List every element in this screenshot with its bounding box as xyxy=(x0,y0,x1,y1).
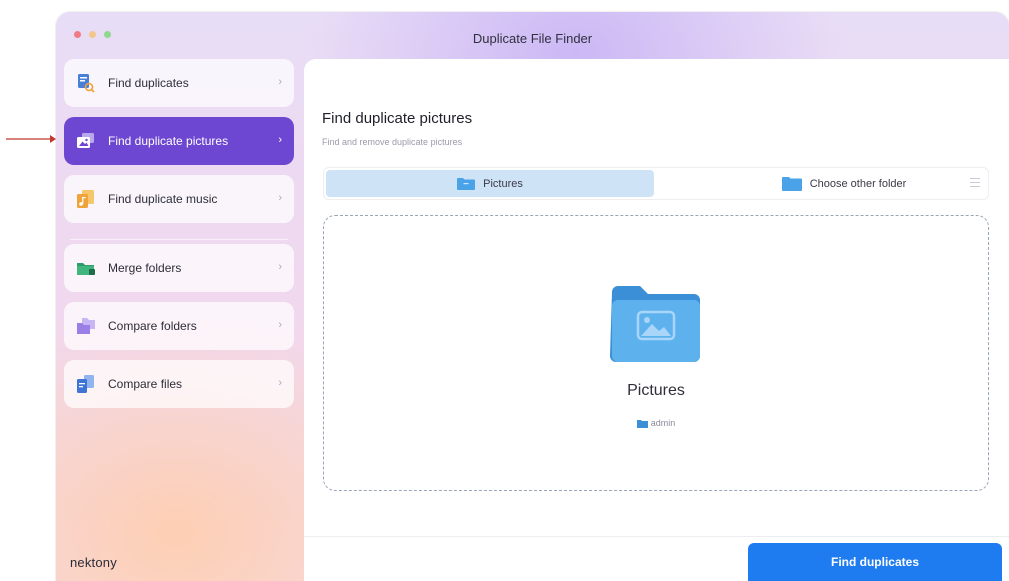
page-title: Find duplicate pictures xyxy=(322,110,473,127)
pictures-icon xyxy=(76,131,96,151)
sidebar-item-label: Find duplicate pictures xyxy=(108,134,229,148)
folder-icon xyxy=(781,176,802,191)
sidebar-item-label: Find duplicates xyxy=(108,76,189,90)
tab-label: Pictures xyxy=(483,177,523,190)
brand-logo: nektony xyxy=(70,555,117,570)
music-icon xyxy=(76,189,96,209)
folder-icon xyxy=(636,419,648,428)
chevron-right-icon: › xyxy=(278,377,282,389)
sidebar-item-compare-files[interactable]: Compare files › xyxy=(64,360,294,408)
sidebar-item-find-duplicates[interactable]: Find duplicates › xyxy=(64,59,294,107)
folder-icon xyxy=(457,177,476,190)
merge-folders-icon xyxy=(76,258,96,278)
annotation-arrow-icon xyxy=(6,135,56,143)
tab-pictures[interactable]: Pictures xyxy=(326,170,654,197)
folder-drop-zone[interactable]: Pictures admin xyxy=(323,215,989,491)
sidebar-item-label: Compare files xyxy=(108,377,183,391)
app-window: Duplicate File Finder Find duplicates › xyxy=(56,12,1009,581)
sidebar-item-find-duplicate-music[interactable]: Find duplicate music › xyxy=(64,175,294,223)
chevron-right-icon: › xyxy=(278,134,282,146)
compare-files-icon xyxy=(76,374,96,394)
screenshot-stage: Duplicate File Finder Find duplicates › xyxy=(0,0,1009,581)
sidebar-divider xyxy=(70,239,288,240)
list-view-icon[interactable] xyxy=(970,178,980,190)
folder-owner: admin xyxy=(324,418,988,428)
tab-choose-other-folder[interactable]: Choose other folder xyxy=(744,170,944,197)
sidebar-item-merge-folders[interactable]: Merge folders › xyxy=(64,244,294,292)
chevron-right-icon: › xyxy=(278,261,282,273)
pictures-folder-icon xyxy=(610,286,700,362)
sidebar-item-compare-folders[interactable]: Compare folders › xyxy=(64,302,294,350)
folder-owner-label: admin xyxy=(650,418,676,428)
page-subtitle: Find and remove duplicate pictures xyxy=(322,137,463,147)
doc-search-icon xyxy=(76,73,96,93)
selected-folder-name: Pictures xyxy=(627,382,685,399)
tab-label: Choose other folder xyxy=(809,177,907,190)
window-title: Duplicate File Finder xyxy=(472,31,593,46)
folder-source-tabs: Pictures Choose other folder xyxy=(323,167,989,200)
title-bar: Duplicate File Finder xyxy=(56,12,1009,56)
sidebar-item-label: Compare folders xyxy=(108,319,197,333)
chevron-right-icon: › xyxy=(278,192,282,204)
find-duplicates-button[interactable]: Find duplicates xyxy=(748,543,1002,581)
chevron-right-icon: › xyxy=(278,76,282,88)
sidebar-item-label: Find duplicate music xyxy=(108,192,218,206)
chevron-right-icon: › xyxy=(278,319,282,331)
sidebar-item-label: Merge folders xyxy=(108,261,182,275)
main-panel: Find duplicate pictures Find and remove … xyxy=(304,59,1009,581)
sidebar-item-find-duplicate-pictures[interactable]: Find duplicate pictures › xyxy=(64,117,294,165)
compare-folders-icon xyxy=(76,316,96,336)
footer-divider xyxy=(304,536,1009,537)
